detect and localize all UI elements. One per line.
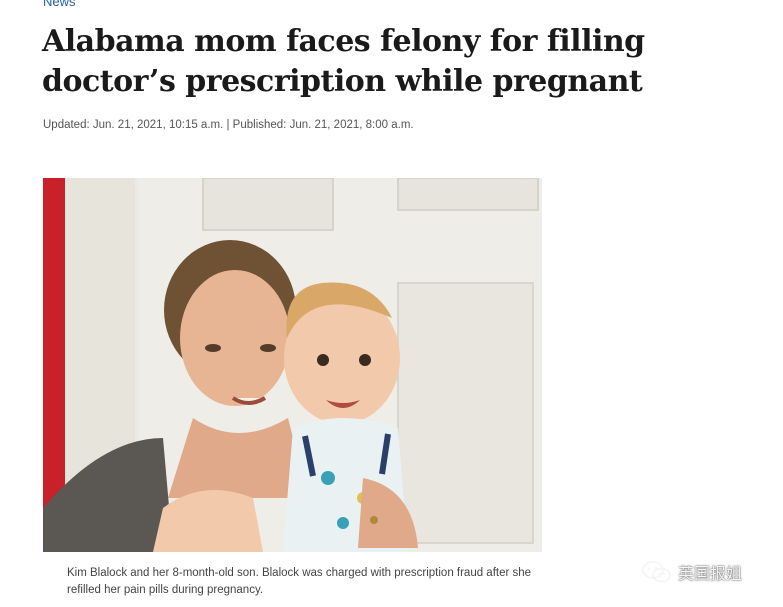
watermark-text: 英国报姐 (678, 564, 743, 583)
watermark: 英国报姐 (642, 560, 742, 584)
section-link-news[interactable]: News (43, 0, 76, 9)
photo-mother-and-baby-illustration (43, 178, 542, 552)
article-photo[interactable] (43, 178, 542, 552)
article-dateline: Updated: Jun. 21, 2021, 10:15 a.m. | Pub… (43, 119, 414, 131)
wechat-icon (642, 561, 671, 583)
photo-caption: Kim Blalock and her 8-month-old son. Bla… (67, 567, 532, 596)
article-headline: Alabama mom faces felony for filling doc… (42, 24, 645, 99)
